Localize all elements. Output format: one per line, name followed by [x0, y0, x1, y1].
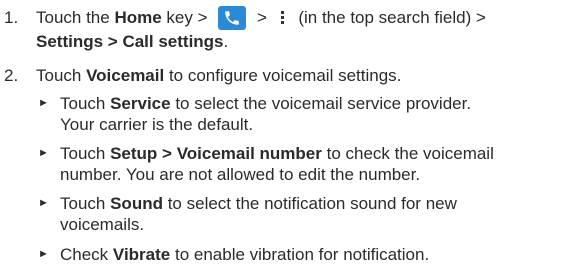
step-number: 1. — [4, 8, 19, 27]
step-text: Touch Voicemail to configure voicemail s… — [36, 66, 402, 85]
voicemail-label: Voicemail — [86, 66, 165, 85]
settings-label: Settings — [36, 32, 104, 51]
home-key-label: Home — [114, 8, 162, 27]
bullet-arrow-icon: ► — [38, 248, 49, 260]
step-number: 2. — [4, 66, 19, 85]
bullet-arrow-icon: ► — [38, 147, 49, 159]
step-text: Touch the Home key > > (in the top searc… — [36, 4, 579, 52]
bullet-arrow-icon: ► — [38, 97, 49, 109]
phone-app-icon — [218, 5, 247, 30]
call-settings-label: Call settings — [122, 32, 224, 51]
bullet-arrow-icon: ► — [38, 197, 49, 209]
more-options-icon — [278, 6, 288, 30]
